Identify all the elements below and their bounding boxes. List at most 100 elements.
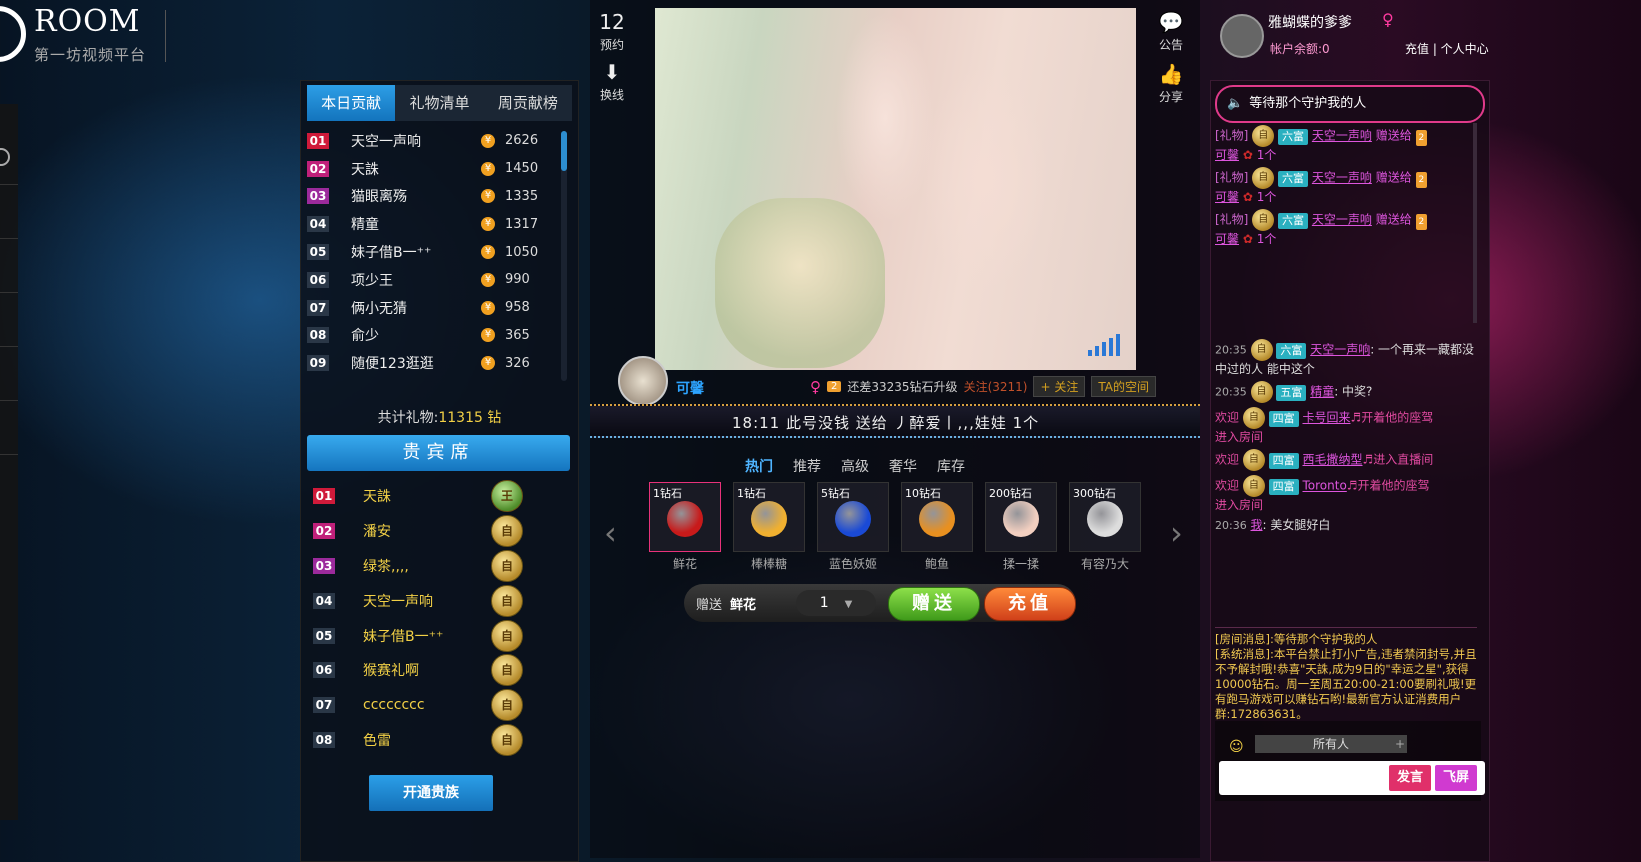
vip-row[interactable]: 03 绿茶,,,, 自 [313, 549, 543, 584]
gift-item[interactable]: 1钻石 棒棒糖 [732, 482, 806, 571]
emoji-icon[interactable]: ☺ [1229, 739, 1244, 755]
space-button[interactable]: TA的空间 [1091, 376, 1156, 397]
rank-name: 俩小无猜 [351, 300, 407, 317]
gift-tab-recommend[interactable]: 推荐 [793, 456, 821, 476]
switch-line-button[interactable]: ⬇ 换线 [592, 60, 632, 103]
vip-number: 06 [313, 662, 335, 679]
gift-prev-arrow-icon[interactable]: ‹ [604, 514, 617, 552]
rank-row[interactable]: 05 妹子借B一⁺⁺ ¥1050 [307, 238, 557, 266]
selected-gift: 鲜花 [730, 598, 757, 613]
logo-ring [0, 6, 26, 62]
gift-next-arrow-icon[interactable]: › [1170, 514, 1183, 552]
follow-button[interactable]: + 关注 [1033, 376, 1086, 397]
sender-name[interactable]: 天空一声响 [1312, 171, 1372, 185]
gift-item[interactable]: 5钻石 蓝色妖姬 [816, 482, 890, 571]
vip-row[interactable]: 02 潘安 自 [313, 514, 543, 549]
receiver-name[interactable]: 可馨 [1215, 232, 1239, 246]
gift-box: 200钻石 [985, 482, 1057, 552]
rank-row[interactable]: 09 随便123逛逛 ¥326 [307, 349, 557, 377]
sender-name[interactable]: 天空一声响 [1310, 343, 1370, 357]
coin-icon: ¥ [481, 328, 495, 343]
gift-tab-hot[interactable]: 热门 [745, 456, 773, 476]
vip-row[interactable]: 05 妹子借B一⁺⁺ 自 [313, 618, 543, 653]
recharge-button[interactable]: 充值 [984, 587, 1076, 621]
gift-tag: [礼物] [1215, 170, 1249, 185]
gift-item[interactable]: 1钻石 鲜花 [648, 482, 722, 571]
gift-tab-inventory[interactable]: 库存 [937, 456, 965, 476]
vip-row[interactable]: 06 猴赛礼啊 自 [313, 653, 543, 688]
receiver-name[interactable]: 可馨 [1215, 148, 1239, 162]
video-stream[interactable] [655, 8, 1136, 370]
vip-row[interactable]: 07 cccccccc 自 [313, 688, 543, 723]
user-info: 雅蝴蝶的爹爹 ♀ 帐户余额:0 充值 | 个人中心 [1220, 10, 1490, 70]
open-nobility-button[interactable]: 开通贵族 [369, 775, 493, 811]
rank-row[interactable]: 06 项少王 ¥990 [307, 266, 557, 294]
vip-list: 01 天誅王 02 潘安自 03 绿茶,,,, 自 04 天空一声响自 05 妹子借B一⁺⁺ 自 06 猴… [313, 479, 543, 757]
user-balance: 帐户余额:0 [1270, 42, 1330, 56]
vip-name: 色雷 [363, 732, 391, 749]
give-button[interactable]: 赠送 [888, 587, 980, 621]
rank-number: 07 [307, 299, 329, 316]
notice-button[interactable]: 💬 公告 [1151, 10, 1191, 53]
rank-row[interactable]: 04 精童 ¥1317 [307, 210, 557, 238]
sender-name[interactable]: Toronto [1303, 479, 1347, 493]
sender-name[interactable]: 西毛撒纳型 [1303, 453, 1363, 467]
total-label: 共计礼物: [377, 410, 439, 426]
rank-row[interactable]: 07 俩小无猜 ¥958 [307, 294, 557, 322]
reserve-button[interactable]: 12 预约 [592, 10, 632, 53]
fly-screen-button[interactable]: 飞屏 [1435, 765, 1477, 791]
anchor-name[interactable]: 可馨 [676, 378, 704, 398]
vip-number: 01 [313, 488, 335, 505]
gift-message: [礼物] 自 六富 天空一声响 赠送给 2 可馨 ✿ 1个 [1215, 167, 1475, 205]
user-avatar[interactable] [1220, 14, 1264, 58]
gift-item[interactable]: 200钻石 揉一揉 [984, 482, 1058, 571]
wealth-badge: 四富 [1268, 410, 1299, 427]
sender-name[interactable]: 我 [1251, 518, 1263, 532]
chat-input-area: ☺ 所有人 + 发言 飞屏 [1215, 721, 1485, 801]
coin-icon: ¥ [481, 133, 495, 148]
recipient-select[interactable]: 所有人 [1255, 735, 1407, 753]
gift-item[interactable]: 300钻石 有容乃大 [1068, 482, 1142, 571]
center-stage: 12 预约 ⬇ 换线 💬 公告 👍 分享 可馨 ♀ 2 还差33235钻石升级 … [590, 0, 1200, 858]
rank-row[interactable]: 03 猫眼离殇 ¥1335 [307, 183, 557, 211]
plus-icon[interactable]: + [1393, 735, 1407, 753]
female-icon: ♀ [1382, 10, 1394, 29]
gift-tab-advanced[interactable]: 高级 [841, 456, 869, 476]
sender-name[interactable]: 卡号回来 [1303, 411, 1351, 425]
user-links[interactable]: 充值 | 个人中心 [1405, 40, 1489, 57]
say-button[interactable]: 发言 [1389, 765, 1431, 791]
vip-row[interactable]: 04 天空一声响 自 [313, 583, 543, 618]
vip-row[interactable]: 08 色雷 自 [313, 723, 543, 758]
gift-price: 1钻石 [737, 487, 766, 500]
tab-today[interactable]: 本日贡献 [307, 85, 396, 121]
sender-name[interactable]: 精童 [1310, 385, 1334, 399]
sender-name[interactable]: 天空一声响 [1312, 129, 1372, 143]
rank-row[interactable]: 02 天誅 ¥1450 [307, 155, 557, 183]
gift-image-icon [1003, 501, 1039, 537]
sender-name[interactable]: 天空一声响 [1312, 213, 1372, 227]
tab-weekly[interactable]: 周贡献榜 [484, 85, 572, 121]
gift-name: 蓝色妖姬 [828, 557, 877, 571]
share-button[interactable]: 👍 分享 [1151, 62, 1191, 105]
tab-gift-list[interactable]: 礼物清单 [395, 85, 483, 121]
chat-scrollbar[interactable] [1473, 123, 1477, 323]
wealth-badge: 四富 [1268, 478, 1299, 495]
logo-subtitle: 第一坊视频平台 [34, 46, 147, 64]
rank-row[interactable]: 08 俞少 ¥365 [307, 322, 557, 350]
rank-row[interactable]: 01 天空一声响 ¥2626 [307, 127, 557, 155]
vip-row[interactable]: 01 天誅 王 [313, 479, 543, 514]
quantity-select[interactable]: 1 ▼ [796, 590, 876, 616]
welcome-prefix: 欢迎 [1215, 452, 1240, 467]
ranking-scrollbar[interactable] [561, 131, 567, 381]
scroll-thumb[interactable] [561, 131, 567, 171]
gift-target-line: 可馨 ✿ 1个 [1215, 147, 1475, 163]
vip-number: 02 [313, 523, 335, 540]
nobility-badge-icon: 自 [1252, 209, 1275, 231]
anchor-avatar[interactable] [618, 356, 668, 406]
gift-image-icon [667, 501, 703, 537]
gift-tab-luxury[interactable]: 奢华 [889, 456, 917, 476]
receiver-name[interactable]: 可馨 [1215, 190, 1239, 204]
guard-banner[interactable]: 🔈 等待那个守护我的人 [1215, 85, 1485, 123]
gift-item[interactable]: 10钻石 鲍鱼 [900, 482, 974, 571]
rank-value: 2626 [505, 133, 539, 149]
